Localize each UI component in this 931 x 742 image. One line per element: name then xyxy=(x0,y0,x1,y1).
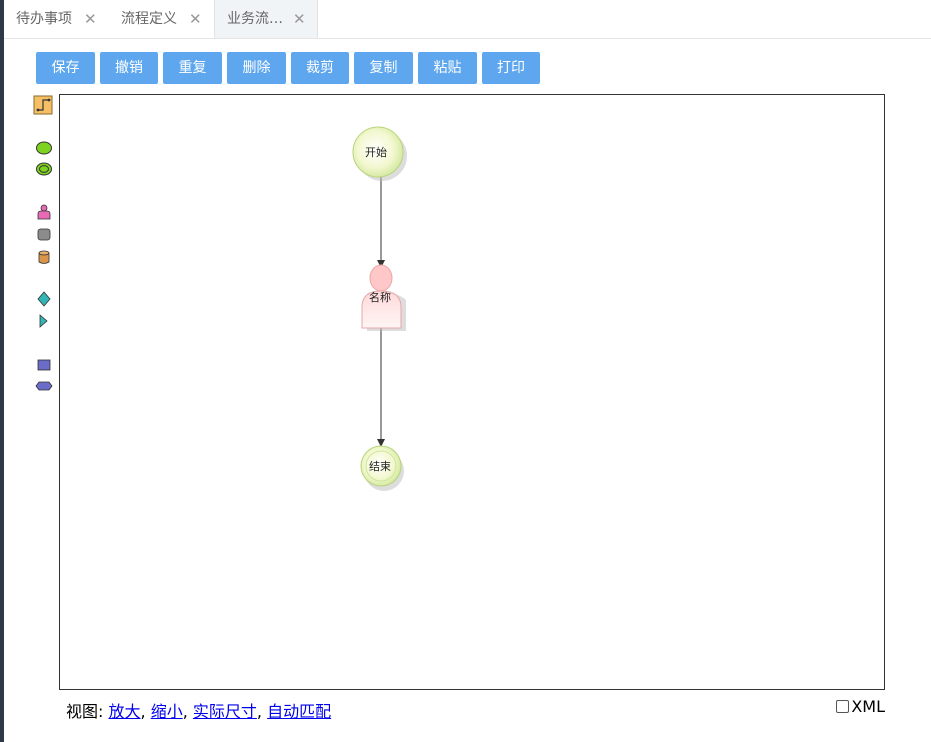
diagram-canvas[interactable]: 开始 名称 结束 xyxy=(59,94,885,690)
end-event[interactable]: 结束 xyxy=(360,445,404,491)
xml-label: XML xyxy=(851,697,885,716)
cut-button[interactable]: 裁剪 xyxy=(291,52,349,84)
xml-checkbox[interactable] xyxy=(836,700,850,713)
start-event[interactable]: 开始 xyxy=(352,126,407,181)
start-event-label: 开始 xyxy=(365,145,387,159)
user-task-icon[interactable] xyxy=(37,204,51,220)
tab-todo[interactable]: 待办事项 ✕ xyxy=(4,0,106,38)
paste-button[interactable]: 粘贴 xyxy=(418,52,477,84)
separator: , xyxy=(256,702,263,721)
forward-icon[interactable] xyxy=(39,314,48,328)
gateway-icon[interactable] xyxy=(37,291,51,307)
actual-size-link[interactable]: 实际尺寸 xyxy=(193,702,257,721)
zoom-in-link[interactable]: 放大 xyxy=(109,702,141,721)
subprocess-icon[interactable] xyxy=(37,359,51,371)
undo-button[interactable]: 撤销 xyxy=(100,52,158,84)
tab-label: 流程定义 xyxy=(121,11,177,27)
xml-toggle[interactable]: XML xyxy=(836,697,885,716)
left-edge xyxy=(0,0,4,742)
user-task-label: 名称 xyxy=(369,290,391,304)
hexagon-icon[interactable] xyxy=(35,381,53,391)
auto-fit-link[interactable]: 自动匹配 xyxy=(267,702,331,721)
user-task[interactable]: 名称 xyxy=(361,264,406,331)
delete-button[interactable]: 删除 xyxy=(227,52,286,84)
redo-button[interactable]: 重复 xyxy=(163,52,222,84)
tab-process-definition[interactable]: 流程定义 ✕ xyxy=(109,0,213,38)
copy-button[interactable]: 复制 xyxy=(354,52,413,84)
tab-bar: 待办事项 ✕ 流程定义 ✕ 业务流… ✕ xyxy=(4,0,931,39)
separator: , xyxy=(140,702,146,721)
save-button[interactable]: 保存 xyxy=(36,52,95,84)
shape-palette xyxy=(32,94,56,404)
print-button[interactable]: 打印 xyxy=(482,52,540,84)
view-controls: 视图: 放大, 缩小, 实际尺寸, 自动匹配 xyxy=(66,698,331,722)
tab-business-process[interactable]: 业务流… ✕ xyxy=(214,0,318,38)
close-icon[interactable]: ✕ xyxy=(293,0,306,38)
end-event-label: 结束 xyxy=(369,460,391,473)
separator: , xyxy=(182,702,188,721)
tab-label: 待办事项 xyxy=(16,11,72,27)
database-icon[interactable] xyxy=(38,250,50,264)
task-icon[interactable] xyxy=(37,228,51,241)
tab-label: 业务流… xyxy=(227,11,283,27)
view-label: 视图: xyxy=(66,702,104,721)
end-event-icon[interactable] xyxy=(36,162,52,176)
start-event-icon[interactable] xyxy=(36,141,52,155)
zoom-out-link[interactable]: 缩小 xyxy=(151,702,183,721)
close-icon[interactable]: ✕ xyxy=(84,0,97,38)
close-icon[interactable]: ✕ xyxy=(189,0,202,38)
connector-icon[interactable] xyxy=(33,95,53,115)
